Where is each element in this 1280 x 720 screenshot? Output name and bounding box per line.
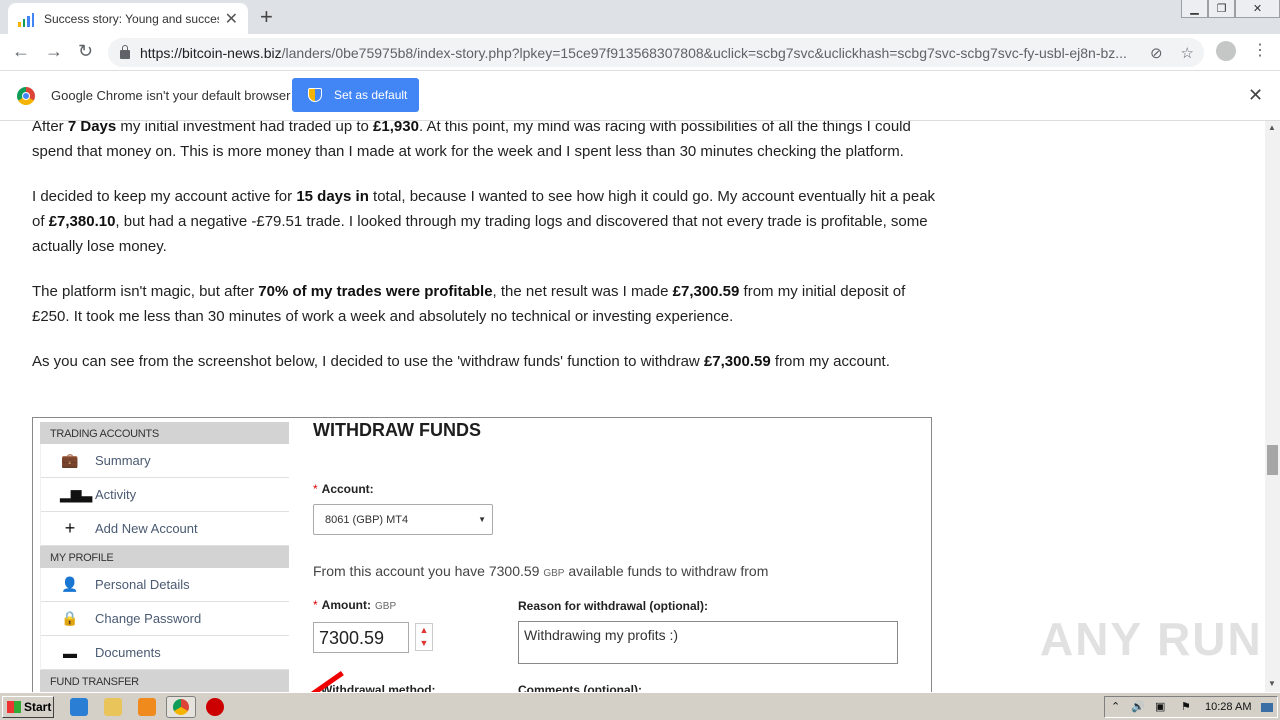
- set-as-default-button[interactable]: Set as default: [292, 78, 419, 112]
- section-fund-transfer: FUND TRANSFER: [40, 670, 289, 692]
- sidebar-item-documents: ▬ Documents: [41, 636, 289, 670]
- form-title: WITHDRAW FUNDS: [313, 420, 481, 440]
- account-label: * Account:: [313, 482, 374, 496]
- sidebar-item-label: Summary: [95, 453, 151, 468]
- reason-label: Reason for withdrawal (optional):: [518, 599, 709, 613]
- maximize-icon[interactable]: ❐: [1208, 0, 1235, 18]
- page-viewport: After 7 Days my initial investment had t…: [0, 121, 1265, 692]
- sidebar-item-label: Change Password: [95, 611, 202, 626]
- media-player-icon[interactable]: [138, 698, 156, 716]
- section-trading-accounts: TRADING ACCOUNTS: [40, 422, 289, 444]
- page-scrollbar[interactable]: ▲ ▼: [1265, 121, 1280, 692]
- article-body: After 7 Days my initial investment had t…: [32, 121, 942, 394]
- withdraw-form: WITHDRAW FUNDS * Account: 8061 (GBP) MT4 …: [308, 418, 923, 692]
- folder-icon: ▬: [63, 644, 77, 661]
- chrome-menu-icon[interactable]: ⋮: [1252, 40, 1268, 60]
- browser-tab[interactable]: Success story: Young and successful ✕: [8, 3, 248, 34]
- article-paragraph: I decided to keep my account active for …: [32, 188, 936, 255]
- chrome-icon: [173, 699, 189, 715]
- security-app-icon[interactable]: [206, 698, 224, 716]
- sidebar-item-activity: ▂▆▃ Activity: [41, 478, 289, 512]
- show-desktop-icon[interactable]: [1261, 703, 1273, 712]
- withdrawal-method-label: Withdrawal method:: [321, 683, 436, 692]
- scrollbar-thumb[interactable]: [1267, 445, 1278, 475]
- sidebar-item-label: Personal Details: [95, 577, 190, 592]
- volume-icon[interactable]: 🔊: [1131, 700, 1145, 713]
- browser-toolbar: ← → ↻ https://bitcoin-news.biz/landers/0…: [0, 34, 1280, 71]
- account-select: 8061 (GBP) MT4 ▼: [313, 504, 493, 535]
- uac-shield-icon: [308, 88, 322, 102]
- sidebar-item-personal-details: 👤 Personal Details: [41, 568, 289, 602]
- windows-flag-icon: [7, 701, 21, 713]
- clock[interactable]: 10:28 AM: [1205, 701, 1251, 713]
- start-button[interactable]: Start: [2, 696, 54, 718]
- action-center-flag-icon[interactable]: ⚑: [1181, 700, 1191, 713]
- profile-avatar-icon[interactable]: [1216, 41, 1236, 61]
- set-as-default-label: Set as default: [334, 88, 408, 102]
- plus-icon: +: [64, 518, 76, 538]
- reason-textarea: Withdrawing my profits :): [518, 621, 898, 664]
- chrome-logo-icon: [17, 87, 35, 105]
- sidebar-item-label: Documents: [95, 645, 161, 660]
- blocked-content-icon[interactable]: ⊘: [1150, 44, 1163, 62]
- account-sidebar: TRADING ACCOUNTS 💼 Summary ▂▆▃ Activity …: [40, 422, 289, 692]
- amount-label: * Amount: GBP: [313, 598, 397, 612]
- sidebar-item-summary: 💼 Summary: [41, 444, 289, 478]
- reload-icon[interactable]: ↻: [78, 41, 93, 62]
- default-browser-infobar: Google Chrome isn't your default browser…: [0, 71, 1280, 121]
- lock-icon[interactable]: [120, 45, 130, 59]
- tray-expand-icon[interactable]: ⌃: [1111, 700, 1120, 713]
- infobar-close-icon[interactable]: ✕: [1248, 85, 1263, 106]
- user-icon: 👤: [61, 576, 79, 592]
- withdraw-screenshot-image: TRADING ACCOUNTS 💼 Summary ▂▆▃ Activity …: [32, 417, 932, 692]
- sidebar-item-label: Add New Account: [95, 521, 198, 536]
- briefcase-icon: 💼: [61, 452, 79, 468]
- close-tab-icon[interactable]: ✕: [225, 9, 238, 29]
- tab-title: Success story: Young and successful: [44, 11, 219, 26]
- start-label: Start: [24, 700, 52, 714]
- comments-label: Comments (optional):: [518, 683, 642, 692]
- section-my-profile: MY PROFILE: [40, 546, 289, 568]
- amount-stepper-icon: ▲ ▼: [415, 623, 433, 651]
- sidebar-item-change-password: 🔒 Change Password: [41, 602, 289, 636]
- new-tab-icon[interactable]: +: [260, 4, 273, 30]
- scroll-down-icon[interactable]: ▼: [1268, 679, 1276, 688]
- forward-icon[interactable]: →: [45, 41, 63, 62]
- sidebar-item-label: Activity: [95, 487, 137, 502]
- site-favicon-icon: [18, 11, 34, 27]
- dropdown-arrow-icon: ▼: [478, 515, 486, 524]
- back-icon[interactable]: ←: [12, 41, 30, 62]
- amount-field: 7300.59: [313, 622, 409, 653]
- url-text[interactable]: https://bitcoin-news.biz/landers/0be7597…: [140, 45, 1130, 61]
- scroll-up-icon[interactable]: ▲: [1268, 123, 1276, 132]
- internet-explorer-icon[interactable]: [70, 698, 88, 716]
- article-paragraph: As you can see from the screenshot below…: [32, 353, 890, 370]
- article-paragraph: After 7 Days my initial investment had t…: [32, 121, 911, 160]
- system-tray: ⌃ 🔊 ▣ ⚑ 10:28 AM: [1104, 696, 1278, 718]
- lock-icon: 🔒: [61, 610, 79, 626]
- network-icon[interactable]: ▣: [1155, 700, 1165, 713]
- address-bar[interactable]: https://bitcoin-news.biz/landers/0be7597…: [108, 38, 1204, 67]
- infobar-message: Google Chrome isn't your default browser: [51, 88, 291, 103]
- windows-taskbar: Start ⌃ 🔊 ▣ ⚑ 10:28 AM: [0, 692, 1280, 720]
- minimize-icon[interactable]: ▁: [1181, 0, 1208, 18]
- tab-strip: Success story: Young and successful ✕ + …: [0, 0, 1280, 34]
- anyrun-watermark: ANY RUN: [1040, 613, 1263, 665]
- chrome-taskbar-button[interactable]: [166, 696, 196, 718]
- window-controls: ▁ ❐ ✕: [1181, 0, 1280, 20]
- omnibox-icons: ⊘ ☆: [1150, 44, 1194, 62]
- article-paragraph: The platform isn't magic, but after 70% …: [32, 283, 906, 325]
- sidebar-item-add-account: + Add New Account: [41, 512, 289, 546]
- window-close-icon[interactable]: ✕: [1235, 0, 1280, 18]
- bookmark-star-icon[interactable]: ☆: [1181, 44, 1194, 62]
- available-funds-text: From this account you have 7300.59 GBP a…: [313, 563, 769, 579]
- file-explorer-icon[interactable]: [104, 698, 122, 716]
- bar-chart-icon: ▂▆▃: [60, 486, 93, 502]
